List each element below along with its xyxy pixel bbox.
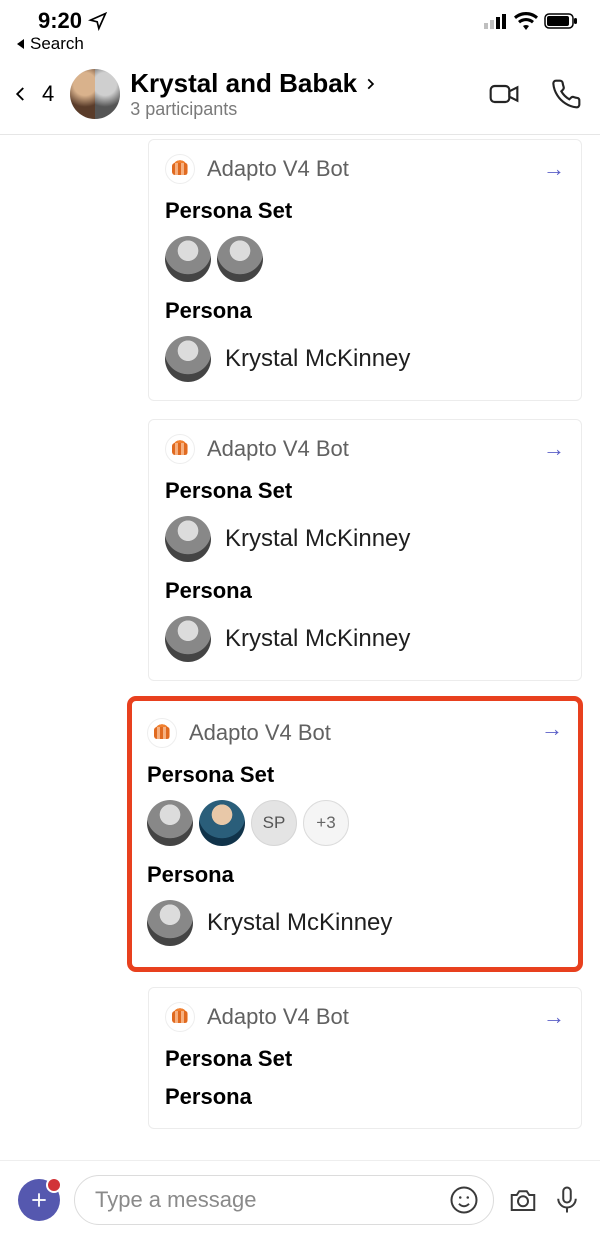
battery-icon — [544, 13, 578, 29]
bot-card-highlighted[interactable]: → Adapto V4 Bot Persona Set SP +3 Person… — [130, 699, 580, 969]
section-persona: Persona — [165, 578, 565, 604]
avatar[interactable] — [165, 236, 211, 282]
avatar-overflow[interactable]: +3 — [303, 800, 349, 846]
open-card-icon[interactable]: → — [543, 156, 565, 182]
back-to-search[interactable]: Search — [0, 34, 600, 58]
bot-name: Adapto V4 Bot — [207, 1004, 349, 1030]
status-time: 9:20 — [38, 8, 82, 34]
bot-name: Adapto V4 Bot — [207, 156, 349, 182]
compose-add-button[interactable] — [18, 1179, 60, 1221]
avatar[interactable] — [165, 616, 211, 662]
chat-subtitle: 3 participants — [130, 99, 474, 120]
persona-name: Krystal McKinney — [225, 345, 410, 373]
camera-icon[interactable] — [508, 1185, 538, 1215]
message-placeholder: Type a message — [95, 1187, 439, 1213]
bot-card[interactable]: → Adapto V4 Bot Persona Set Persona — [148, 987, 582, 1129]
section-persona: Persona — [165, 1084, 565, 1110]
cellular-icon — [484, 13, 508, 29]
bot-avatar-icon — [165, 434, 195, 464]
persona-name: Krystal McKinney — [207, 909, 392, 937]
avatar[interactable] — [147, 800, 193, 846]
section-persona-set: Persona Set — [165, 198, 565, 224]
composer: Type a message — [0, 1160, 600, 1247]
bot-avatar-icon — [147, 718, 177, 748]
avatar[interactable] — [147, 900, 193, 946]
video-call-button[interactable] — [488, 78, 520, 110]
section-persona: Persona — [165, 298, 565, 324]
back-button[interactable] — [12, 85, 30, 103]
persona-name: Krystal McKinney — [225, 625, 410, 653]
message-input[interactable]: Type a message — [74, 1175, 494, 1225]
group-avatar[interactable] — [70, 69, 120, 119]
chat-title: Krystal and Babak — [130, 68, 357, 99]
open-card-icon[interactable]: → — [543, 436, 565, 462]
chat-title-block[interactable]: Krystal and Babak 3 participants — [130, 68, 474, 120]
wifi-icon — [514, 12, 538, 30]
status-icons — [484, 12, 578, 30]
back-triangle-icon — [16, 38, 28, 50]
bot-card[interactable]: → Adapto V4 Bot Persona Set Persona Krys… — [148, 139, 582, 401]
persona-set-avatars: SP +3 — [147, 800, 563, 846]
open-card-icon[interactable]: → — [543, 1004, 565, 1030]
avatar[interactable] — [199, 800, 245, 846]
avatar[interactable] — [217, 236, 263, 282]
status-bar: 9:20 — [0, 0, 600, 34]
section-persona-set: Persona Set — [147, 762, 563, 788]
audio-call-button[interactable] — [550, 78, 582, 110]
section-persona-set: Persona Set — [165, 478, 565, 504]
location-icon — [88, 11, 108, 31]
chevron-right-icon — [363, 75, 377, 93]
persona-set-avatars — [165, 236, 565, 282]
persona-set-name: Krystal McKinney — [225, 525, 410, 553]
bot-card[interactable]: → Adapto V4 Bot Persona Set Krystal McKi… — [148, 419, 582, 681]
section-persona-set: Persona Set — [165, 1046, 565, 1072]
avatar[interactable] — [165, 336, 211, 382]
section-persona: Persona — [147, 862, 563, 888]
open-card-icon[interactable]: → — [541, 716, 563, 742]
bot-name: Adapto V4 Bot — [207, 436, 349, 462]
bot-avatar-icon — [165, 1002, 195, 1032]
message-list[interactable]: → Adapto V4 Bot Persona Set Persona Krys… — [0, 135, 600, 1160]
microphone-icon[interactable] — [552, 1185, 582, 1215]
chat-header: 4 Krystal and Babak 3 participants — [0, 58, 600, 135]
unread-count: 4 — [42, 81, 54, 107]
avatar[interactable] — [165, 516, 211, 562]
bot-avatar-icon — [165, 154, 195, 184]
plus-icon — [29, 1190, 49, 1210]
bot-name: Adapto V4 Bot — [189, 720, 331, 746]
avatar-initials[interactable]: SP — [251, 800, 297, 846]
emoji-icon[interactable] — [449, 1185, 479, 1215]
